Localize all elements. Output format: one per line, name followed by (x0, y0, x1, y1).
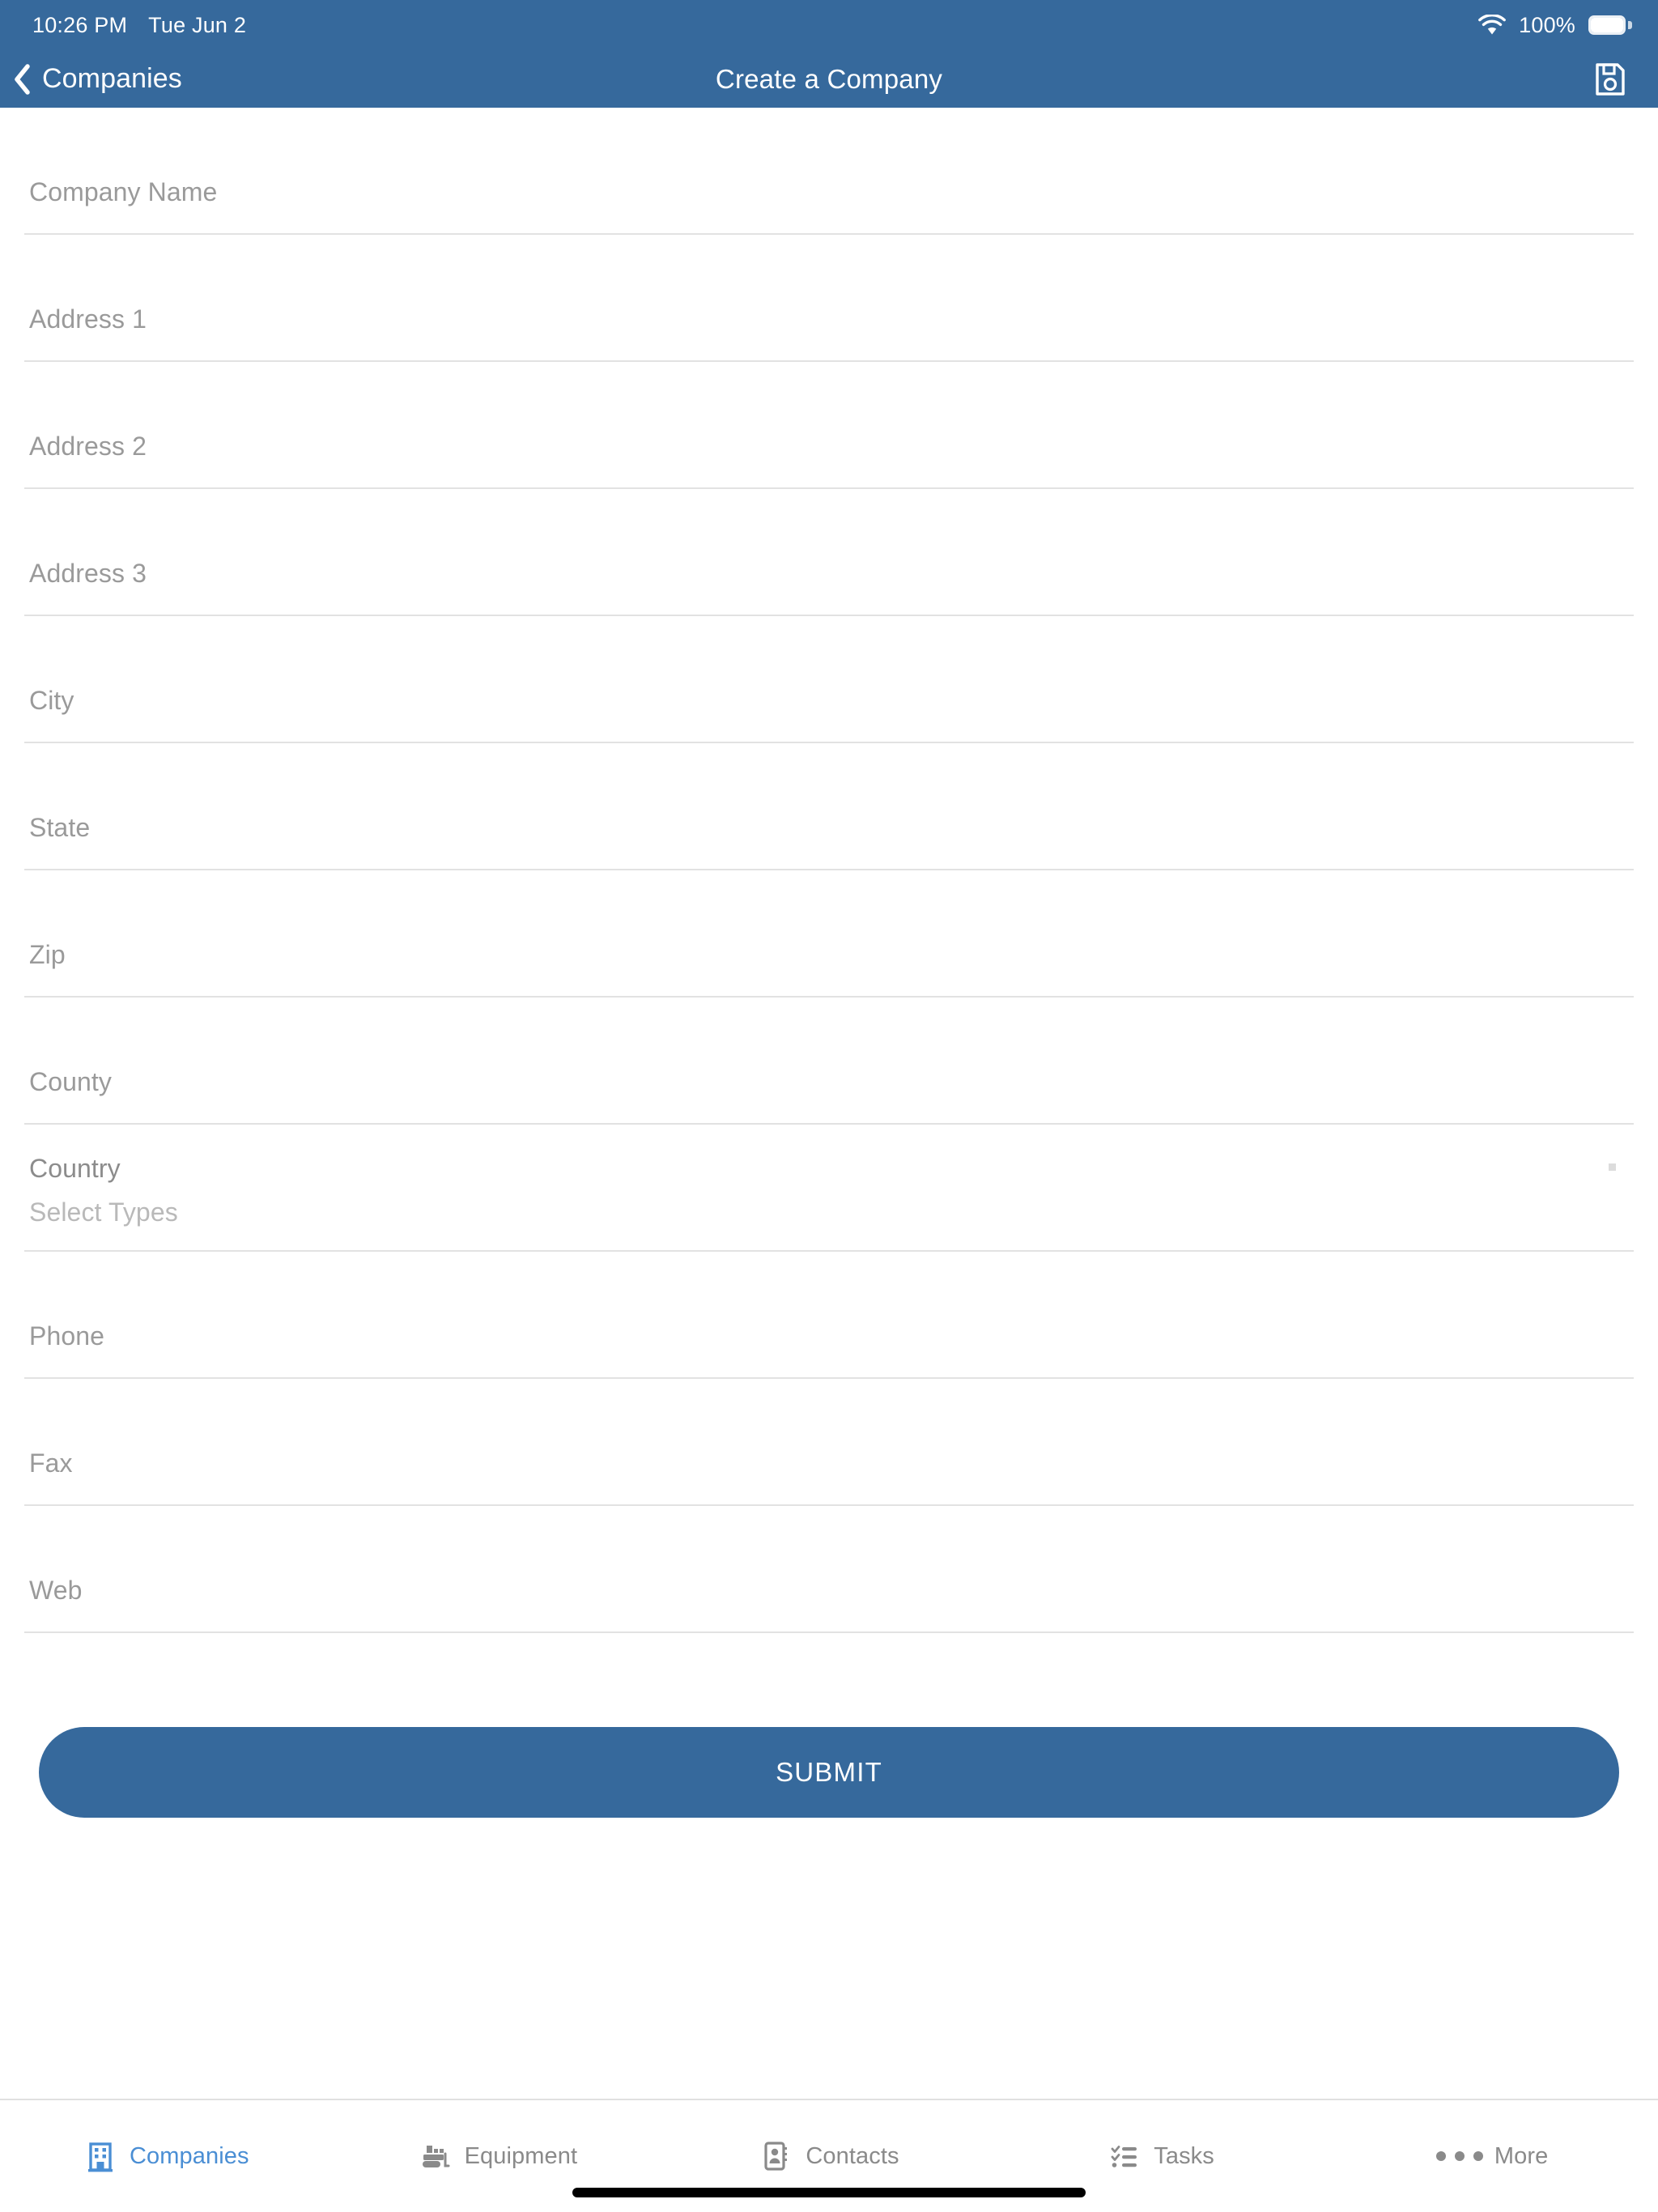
tab-equipment-label: Equipment (464, 2142, 578, 2169)
tab-tasks-label: Tasks (1154, 2142, 1214, 2169)
city-placeholder: City (29, 686, 74, 715)
field-phone[interactable]: Phone (0, 1252, 1658, 1379)
floppy-disk-save-icon (1596, 62, 1625, 96)
building-icon (88, 2142, 113, 2172)
back-button-label: Companies (42, 63, 182, 94)
field-city[interactable]: City (0, 616, 1658, 743)
field-address-1[interactable]: Address 1 (0, 235, 1658, 362)
county-placeholder: County (29, 1067, 112, 1096)
field-county[interactable]: County (0, 998, 1658, 1125)
bulldozer-icon (422, 2146, 450, 2167)
home-indicator[interactable] (572, 2188, 1086, 2197)
battery-full-icon (1588, 15, 1632, 35)
tab-more-label: More (1494, 2142, 1549, 2169)
company-name-placeholder: Company Name (29, 177, 218, 206)
page-title: Create a Company (715, 63, 943, 94)
field-state[interactable]: State (0, 743, 1658, 870)
submit-button-container: SUBMIT (0, 1727, 1658, 1818)
field-zip[interactable]: Zip (0, 870, 1658, 998)
field-divider (24, 1631, 1634, 1633)
battery-percentage: 100% (1519, 12, 1575, 37)
address-3-placeholder: Address 3 (29, 559, 147, 588)
app-screen: 10:26 PM Tue Jun 2 100% Companies Create… (0, 0, 1658, 2212)
status-date: Tue Jun 2 (148, 12, 247, 37)
tab-tasks[interactable]: Tasks (995, 2100, 1327, 2181)
fax-placeholder: Fax (29, 1448, 73, 1478)
address-1-placeholder: Address 1 (29, 304, 147, 334)
back-button[interactable]: Companies (13, 63, 182, 95)
tab-contacts[interactable]: Contacts (663, 2100, 995, 2181)
navigation-bar: Companies Create a Company (0, 50, 1658, 108)
address-book-icon (764, 2142, 788, 2171)
field-country-types[interactable]: Country Select Types (0, 1125, 1658, 1252)
dropdown-marker-icon (1609, 1163, 1616, 1171)
tab-more[interactable]: More (1326, 2100, 1658, 2181)
field-address-2[interactable]: Address 2 (0, 362, 1658, 489)
create-company-form: Company Name Address 1 Address 2 Address… (0, 108, 1658, 1633)
tab-contacts-label: Contacts (806, 2142, 899, 2169)
zip-placeholder: Zip (29, 940, 66, 969)
tab-companies[interactable]: Companies (0, 2100, 332, 2181)
field-web[interactable]: Web (0, 1506, 1658, 1633)
status-bar: 10:26 PM Tue Jun 2 100% (0, 0, 1658, 50)
checklist-icon (1111, 2146, 1137, 2167)
status-time: 10:26 PM (32, 12, 128, 37)
phone-placeholder: Phone (29, 1321, 105, 1351)
state-placeholder: State (29, 813, 91, 842)
status-bar-left: 10:26 PM Tue Jun 2 (32, 13, 246, 38)
submit-button[interactable]: SUBMIT (39, 1727, 1619, 1818)
address-2-placeholder: Address 2 (29, 432, 147, 461)
save-button[interactable] (1588, 57, 1632, 101)
tab-equipment[interactable]: Equipment (332, 2100, 664, 2181)
ellipsis-icon (1435, 2151, 1483, 2161)
country-label: Country (29, 1154, 121, 1183)
status-bar-right: 100% (1478, 12, 1632, 38)
field-company-name[interactable]: Company Name (0, 108, 1658, 235)
web-placeholder: Web (29, 1576, 83, 1605)
field-address-3[interactable]: Address 3 (0, 489, 1658, 616)
tab-companies-label: Companies (130, 2142, 249, 2169)
wifi-icon (1478, 15, 1507, 35)
select-types-placeholder: Select Types (29, 1197, 178, 1227)
field-fax[interactable]: Fax (0, 1379, 1658, 1506)
bottom-tab-bar: Companies Equipment Contacts Tasks More (0, 2099, 1658, 2212)
chevron-left-icon (15, 63, 30, 95)
